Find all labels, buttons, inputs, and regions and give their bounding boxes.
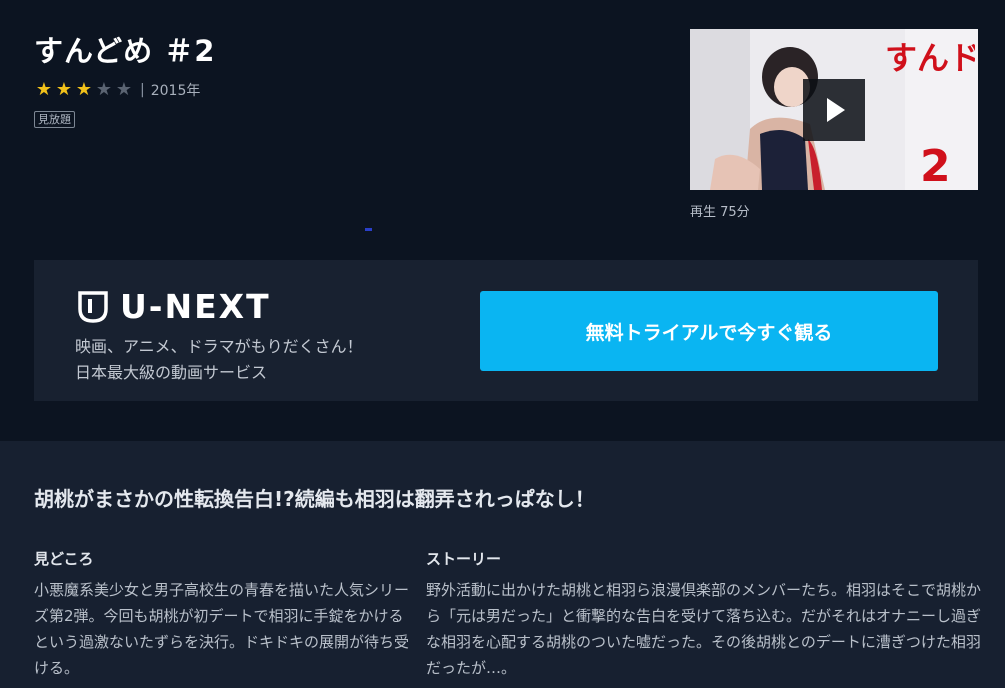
video-thumbnail[interactable]: すんドめ 2 xyxy=(690,29,978,190)
star-icon: ★ xyxy=(75,79,93,100)
play-icon xyxy=(827,98,845,122)
story-heading: ストーリー xyxy=(426,550,502,568)
meta-row: ★ ★ ★ ★ ★ | 2015年 xyxy=(34,80,200,100)
highlights-body: 小悪魔系美少女と男子高校生の青春を描いた人気シリーズ第2弾。今回も胡桃が初デート… xyxy=(34,581,410,677)
catchphrase: 胡桃がまさかの性転換告白!?続編も相羽は翻弄されっぱなし！ xyxy=(34,487,595,511)
title-logo-image: すんドめ 2 xyxy=(885,39,975,189)
separator: | xyxy=(140,82,145,98)
star-icon: ★ xyxy=(55,79,73,100)
description-section: 胡桃がまさかの性転換告白!?続編も相羽は翻弄されっぱなし！ 見どころ 小悪魔系美… xyxy=(0,441,1005,688)
star-icon: ★ xyxy=(95,79,113,100)
promo-line-1: 映画、アニメ、ドラマがもりだくさん！ xyxy=(75,337,363,356)
star-icon: ★ xyxy=(115,79,133,100)
play-button[interactable] xyxy=(803,79,865,141)
star-icon: ★ xyxy=(35,79,53,100)
highlights-heading: 見どころ xyxy=(34,550,94,568)
unlimited-badge: 見放題 xyxy=(34,111,75,128)
release-year: 2015年 xyxy=(150,83,201,99)
free-trial-button[interactable]: 無料トライアルで今すぐ観る xyxy=(480,291,938,371)
story-body: 野外活動に出かけた胡桃と相羽ら浪漫倶楽部のメンバーたち。相羽はそこで胡桃から「元… xyxy=(426,581,982,677)
unext-logo-text: U-NEXT xyxy=(120,287,271,326)
logo-char: すんドめ xyxy=(885,39,975,77)
title-header: すんどめ ＃2 ★★★★★ | 2015年 見放題 すんドめ 2 再生 75分 xyxy=(0,0,1005,441)
promo-banner: U-NEXT 映画、アニメ、ドラマがもりだくさん！ 日本最大級の動画サービス 無… xyxy=(34,260,978,401)
logo-number: 2 xyxy=(920,141,951,189)
star-rating: ★ ★ ★ ★ ★ xyxy=(34,80,134,100)
indicator-dot xyxy=(365,228,372,231)
unext-logo-icon xyxy=(78,290,108,323)
play-duration: 再生 75分 xyxy=(690,205,750,220)
promo-line-2: 日本最大級の動画サービス xyxy=(75,363,268,382)
unext-logo: U-NEXT xyxy=(78,287,271,326)
page-title: すんどめ ＃2 xyxy=(34,34,216,68)
